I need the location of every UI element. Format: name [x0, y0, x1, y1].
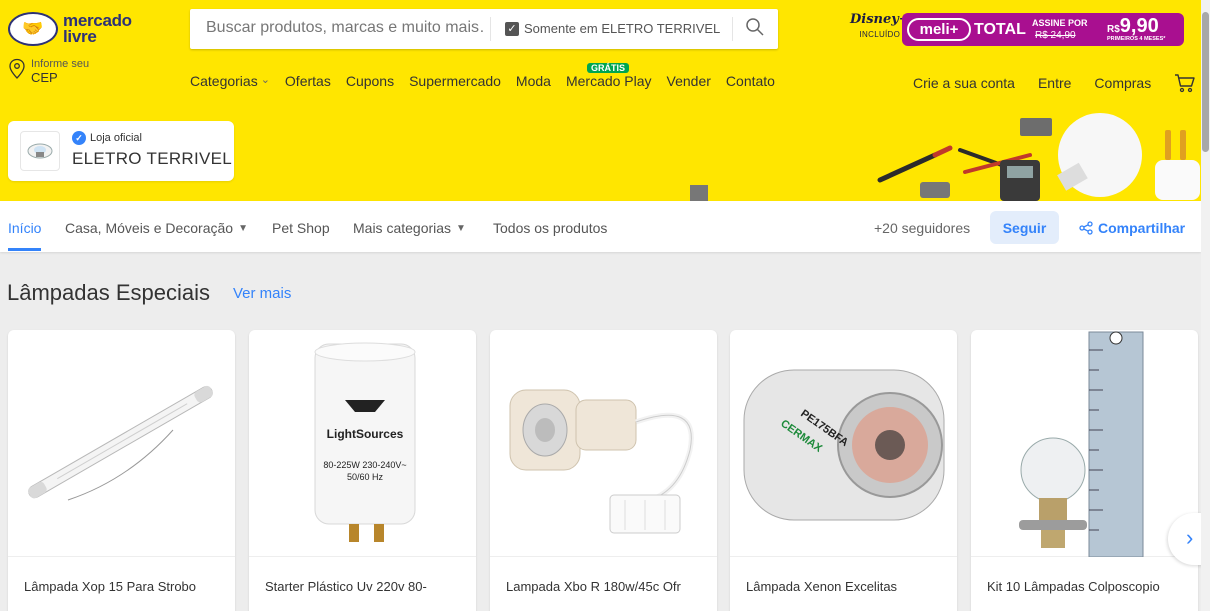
search-bar: ✓ Somente em ELETRO TERRIVEL: [190, 9, 778, 49]
disney-plus-logo: Disney+: [850, 12, 910, 27]
follow-button[interactable]: Seguir: [990, 211, 1059, 244]
xenon-lamp-icon: PE175BFA CERMAX: [743, 369, 945, 520]
share-icon: [1079, 221, 1093, 235]
disney-plus-promo[interactable]: Disney+ INCLUÍDO: [850, 12, 910, 39]
handshake-icon: 🤝: [8, 12, 58, 46]
tab-mais-categorias[interactable]: Mais categorias ▼: [353, 220, 466, 236]
chevron-down-icon: ▼: [456, 223, 466, 234]
account-nav: Crie a sua conta Entre Compras: [913, 73, 1196, 93]
product-title[interactable]: Lâmpada Xenon Excelitas: [746, 579, 897, 594]
meli-plus-logo: meli+: [907, 18, 971, 41]
nav-contato[interactable]: Contato: [726, 73, 775, 89]
location-pin-icon: [9, 58, 25, 79]
product-image: PE175BFA CERMAX: [730, 330, 957, 557]
followers-count: +20 seguidores: [874, 220, 971, 236]
nav-categorias[interactable]: Categorias: [190, 73, 270, 89]
nav-ofertas[interactable]: Ofertas: [285, 73, 331, 89]
svg-text:LightSources: LightSources: [327, 427, 404, 441]
tube-lamp-icon: [28, 385, 213, 500]
login-link[interactable]: Entre: [1038, 75, 1071, 91]
tab-inicio[interactable]: Início: [8, 220, 41, 236]
svg-text:50/60 Hz: 50/60 Hz: [347, 472, 384, 482]
nav-supermercado[interactable]: Supermercado: [409, 73, 501, 89]
cart-icon[interactable]: [1174, 73, 1196, 93]
chevron-down-icon: ▼: [238, 223, 248, 234]
store-nav: Início Casa, Móveis e Decoração ▼ Pet Sho…: [0, 201, 1201, 252]
store-filter-checkbox[interactable]: ✓: [505, 22, 519, 36]
product-card[interactable]: PE175BFA CERMAX Lâmpada Xenon Excelitas: [730, 330, 957, 611]
nav-cupons[interactable]: Cupons: [346, 73, 394, 89]
search-divider: [490, 17, 491, 41]
meli-plus-banner[interactable]: meli+ TOTAL ASSINE POR R$ 24,90 R$9,90 P…: [902, 13, 1184, 46]
create-account-link[interactable]: Crie a sua conta: [913, 75, 1015, 91]
main-nav: Categorias Ofertas Cupons Supermercado M…: [190, 63, 790, 89]
product-image: [971, 330, 1198, 557]
store-card[interactable]: ✓ Loja oficial ELETRO TERRIVEL: [8, 121, 234, 181]
product-image: LightSources 80-225W 230-240V~ 50/60 Hz: [249, 330, 476, 557]
product-title[interactable]: Starter Plástico Uv 220v 80-: [265, 579, 427, 594]
old-price: R$ 24,90: [1035, 30, 1076, 41]
search-input[interactable]: [206, 19, 486, 37]
promo-price: R$9,90: [1107, 15, 1159, 37]
store-filter-label[interactable]: Somente em ELETRO TERRIVEL: [524, 21, 720, 36]
nav-mercado-play-label: Mercado Play: [565, 73, 652, 89]
search-divider: [732, 17, 733, 41]
cep-label: CEP: [31, 70, 58, 85]
see-more-link[interactable]: Ver mais: [233, 285, 291, 302]
meli-total-label: TOTAL: [974, 21, 1026, 38]
store-banner: ✓ Loja oficial ELETRO TERRIVEL: [0, 100, 1201, 201]
tab-pet-shop[interactable]: Pet Shop: [272, 220, 330, 236]
product-card[interactable]: Lampada Xbo R 180w/45c Ofr: [490, 330, 717, 611]
mercado-livre-logo[interactable]: 🤝 mercado livre: [8, 12, 132, 46]
active-tab-indicator: [8, 248, 41, 251]
tab-todos-produtos[interactable]: Todos os produtos: [493, 220, 607, 236]
nav-moda[interactable]: Moda: [516, 73, 551, 89]
product-card[interactable]: Kit 10 Lâmpadas Colposcopio: [971, 330, 1198, 611]
section-title: Lâmpadas Especiais: [7, 280, 211, 305]
search-icon[interactable]: [745, 17, 765, 37]
product-title[interactable]: Lampada Xbo R 180w/45c Ofr: [506, 579, 681, 594]
bulb-ruler-icon: [1019, 331, 1144, 557]
free-badge: GRÁTIS: [586, 63, 629, 73]
product-title[interactable]: Kit 10 Lâmpadas Colposcopio: [987, 579, 1160, 594]
verified-icon: ✓: [72, 131, 86, 145]
chevron-right-icon: ›: [1186, 525, 1194, 550]
disney-included-label: INCLUÍDO: [859, 30, 901, 39]
starter-icon: LightSources 80-225W 230-240V~ 50/60 Hz: [314, 342, 416, 542]
nav-mercado-play[interactable]: GRÁTIS Mercado Play: [565, 63, 652, 89]
page-scrollbar[interactable]: [1201, 0, 1210, 611]
product-title[interactable]: Lâmpada Xop 15 Para Strobo: [24, 579, 196, 594]
store-name: ELETRO TERRIVEL: [72, 149, 233, 168]
purchases-link[interactable]: Compras: [1094, 75, 1151, 91]
cep-location[interactable]: Informe seu CEP: [8, 58, 89, 85]
xbo-lamp-icon: [509, 389, 694, 533]
product-image: [490, 330, 717, 557]
subscribe-label: ASSINE POR: [1032, 18, 1088, 28]
cep-prompt: Informe seu: [31, 58, 90, 70]
official-store-label: ✓ Loja oficial: [72, 131, 142, 145]
site-header: 🤝 mercado livre ✓ Somente em ELETRO TERR…: [0, 0, 1201, 100]
nav-vender[interactable]: Vender: [667, 73, 711, 89]
share-button[interactable]: Compartilhar: [1079, 220, 1185, 236]
product-card[interactable]: Lâmpada Xop 15 Para Strobo: [8, 330, 235, 611]
product-image: [8, 330, 235, 557]
store-logo-icon: [20, 131, 60, 171]
promo-months-label: PRIMEIROS 4 MESES*: [1107, 36, 1166, 42]
logo-line-2: livre: [63, 27, 97, 46]
scrollbar-thumb[interactable]: [1202, 12, 1209, 152]
svg-text:80-225W 230-240V~: 80-225W 230-240V~: [323, 460, 406, 470]
tab-casa-moveis[interactable]: Casa, Móveis e Decoração ▼: [65, 220, 248, 236]
product-card[interactable]: LightSources 80-225W 230-240V~ 50/60 Hz …: [249, 330, 476, 611]
